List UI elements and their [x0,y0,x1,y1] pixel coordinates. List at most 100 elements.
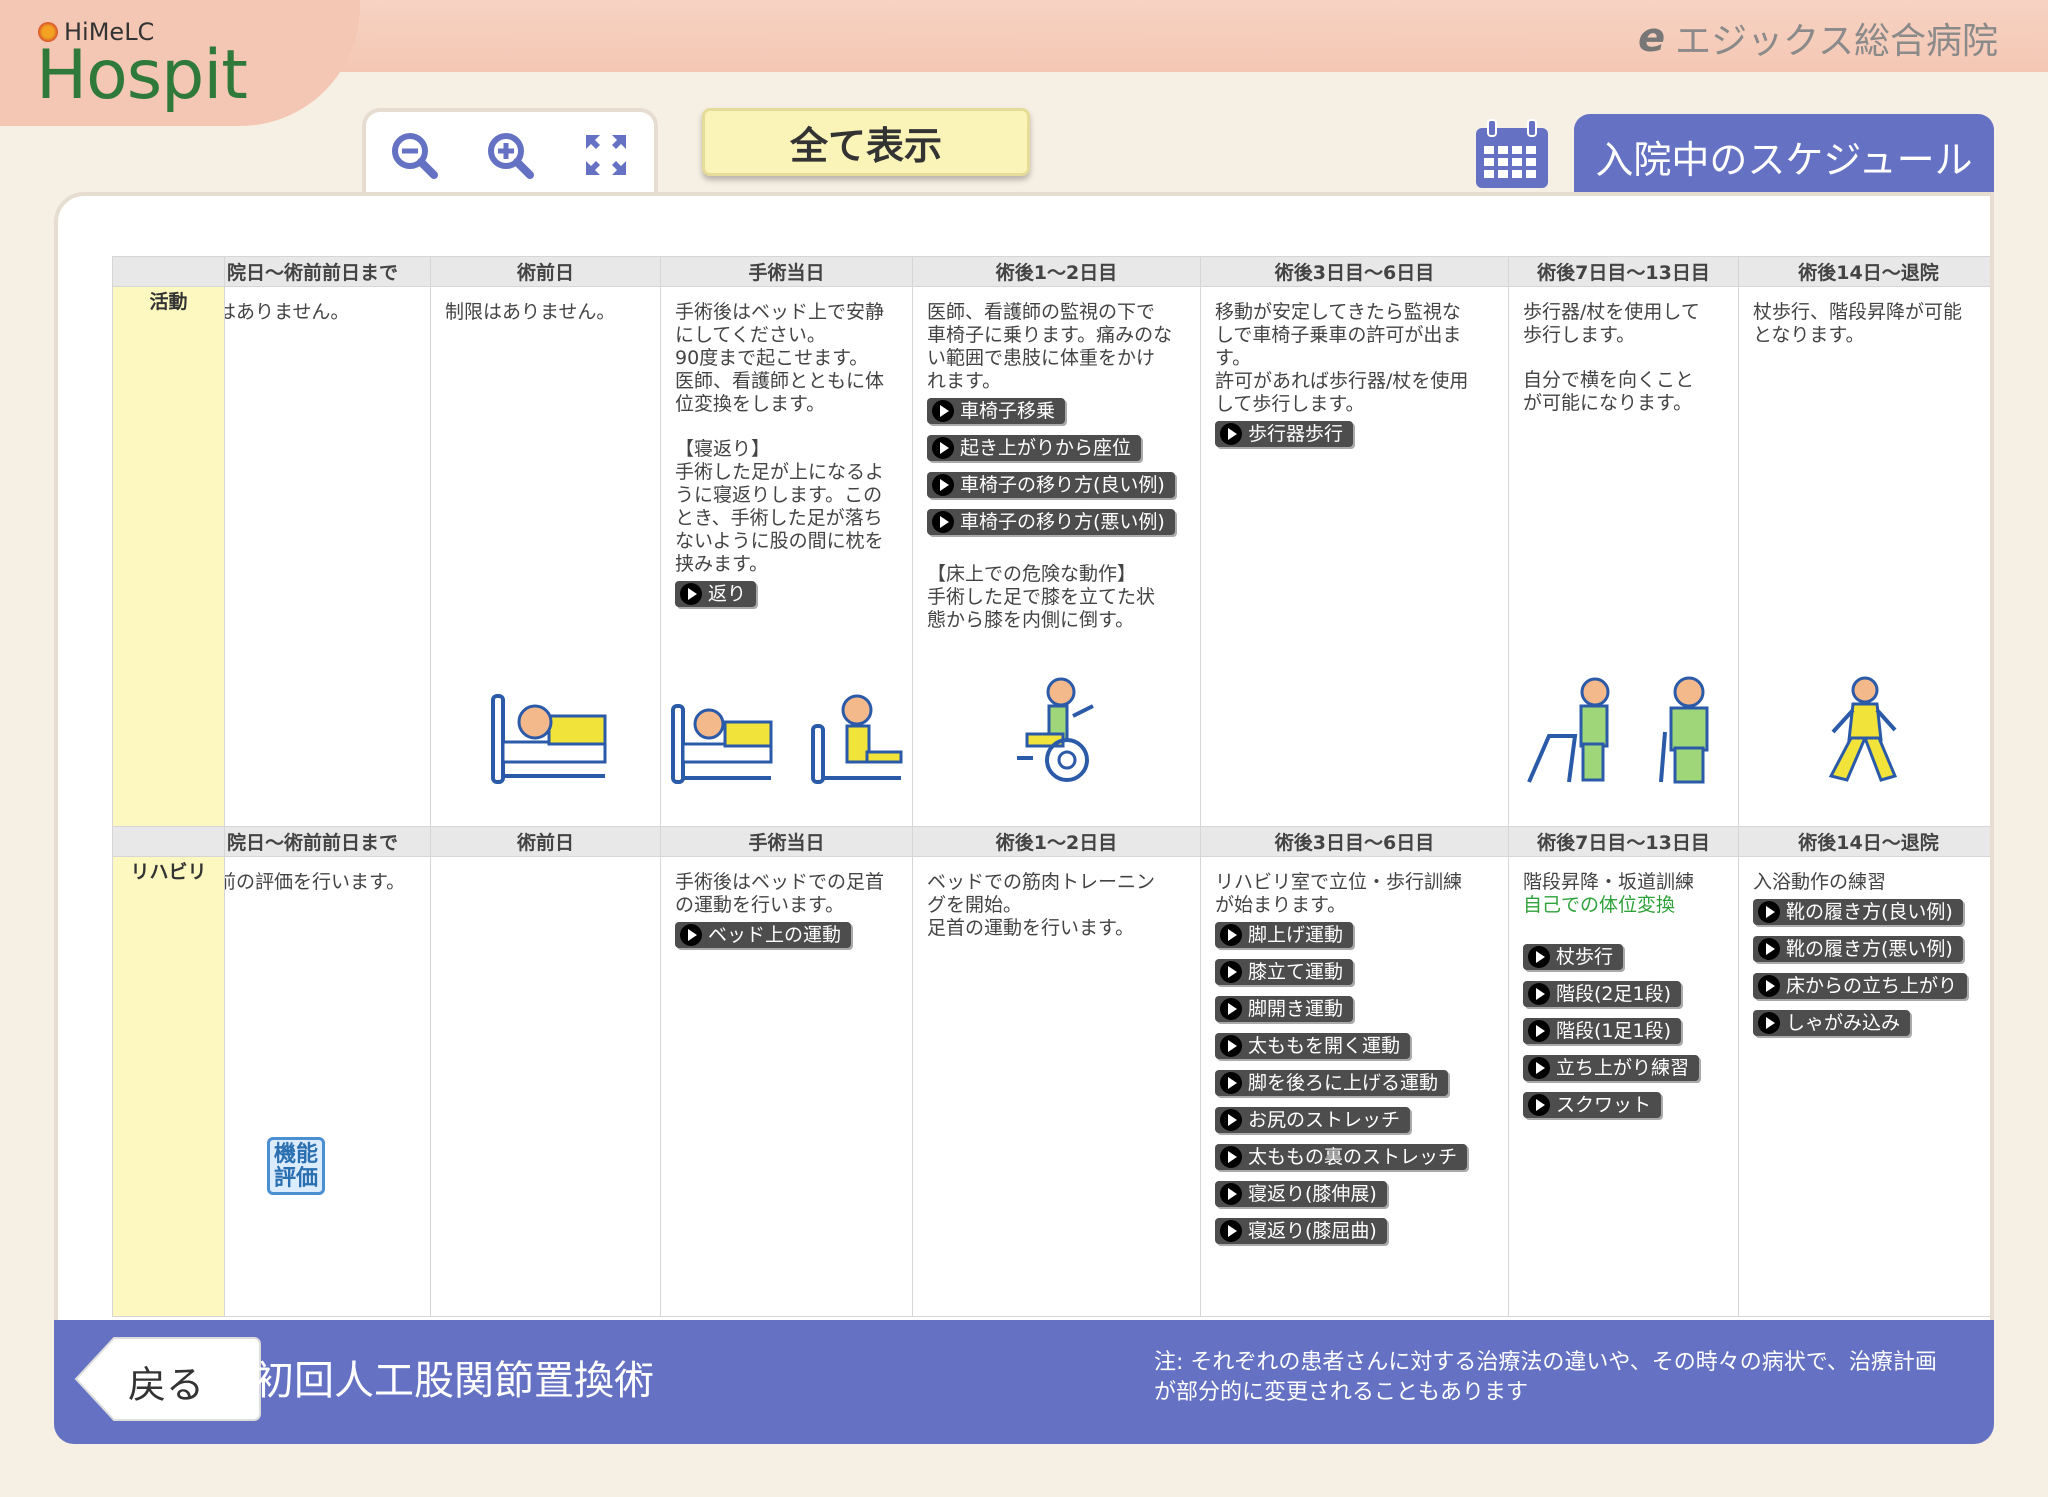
play-icon [1528,1020,1550,1042]
activity-cell: 歩行器/杖を使用して 歩行します。 自分で横を向くこと が可能になります。 [1508,286,1739,827]
play-icon [1528,1057,1550,1079]
video-button[interactable]: 杖歩行 [1523,944,1624,970]
cell-text: 制限はありません。 [445,301,616,323]
video-button-label: 床からの立ち上がり [1786,975,1958,997]
video-button[interactable]: 脚を後ろに上げる運動 [1215,1070,1449,1096]
video-button-label: お尻のストレッチ [1248,1109,1401,1131]
walker-and-cane-illustration [1527,676,1709,784]
column-header: 術後7日目〜13日目 [1508,256,1739,287]
cell-text: 手術後はベッド上で安静 [675,301,885,323]
activity-cell: 制限はありません。 [430,286,661,827]
play-icon [932,400,954,422]
video-button-label: 返り [708,583,747,605]
video-button[interactable]: 脚上げ運動 [1215,922,1354,948]
video-button[interactable]: 車椅子の移り方(悪い例) [927,509,1175,535]
video-button[interactable]: しゃがみ込み [1753,1010,1911,1036]
play-icon [932,474,954,496]
calendar-icon[interactable] [1474,118,1550,190]
video-button[interactable]: 階段(2足1段) [1523,981,1682,1007]
patient-in-bed-illustration [491,694,607,784]
play-icon [1220,998,1242,1020]
video-button[interactable]: 階段(1足1段) [1523,1018,1682,1044]
play-icon [1758,975,1780,997]
video-button[interactable]: 床からの立ち上がり [1753,973,1968,999]
video-button[interactable]: 膝立て運動 [1215,959,1354,985]
play-icon [1220,1146,1242,1168]
video-button-label: 階段(1足1段) [1556,1020,1672,1042]
video-button[interactable]: ベッド上の運動 [675,922,852,948]
column-header: 院日〜術前前日まで [224,256,431,287]
fullscreen-icon[interactable] [582,131,630,179]
rehab-cell: 入浴動作の練習 靴の履き方(良い例) 靴の履き方(悪い例) 床からの立ち上がり … [1738,856,1990,1317]
cell-text: 【寝返り】 [675,438,771,460]
cell-text: す。 [1215,347,1252,369]
cell-text: 90度まで起こせます。 [675,347,869,369]
tab-schedule[interactable]: 入院中のスケジュール [1574,114,1994,198]
video-button-list: 車椅子移乗 起き上がりから座位 車椅子の移り方(良い例) 車椅子の移り方(悪い例… [927,393,1188,541]
logo-area: HiMeLC Hospit [0,0,360,126]
video-button[interactable]: 立ち上がり練習 [1523,1055,1700,1081]
activity-cell: はありません。 [224,286,431,827]
video-button-label: 膝立て運動 [1248,961,1344,983]
video-button[interactable]: 靴の履き方(良い例) [1753,899,1963,925]
cell-text: 足首の運動を行います。 [927,917,1135,939]
cell-text: い範囲で患肢に体重をかけ [927,347,1156,369]
video-button[interactable]: 靴の履き方(悪い例) [1753,936,1963,962]
cell-text: ないように股の間に枕を [675,530,884,552]
video-button[interactable]: 寝返り(膝伸展) [1215,1181,1387,1207]
cell-text: 手術した足で膝を立てた状 [927,586,1156,608]
activity-row: 活動 はありません。 制限はありません。 手術後はベッド上で安静 にしてください… [112,286,1990,827]
back-button[interactable]: 戻る [74,1336,264,1422]
cell-text: れます。 [927,370,1002,392]
back-button-label: 戻る [128,1363,205,1407]
video-button[interactable]: 歩行器歩行 [1215,421,1354,447]
cell-text: はありません。 [224,301,350,323]
play-icon [1220,1109,1242,1131]
cell-text: 車椅子に乗ります。痛みのな [927,324,1173,346]
video-button-label: スクワット [1556,1094,1652,1116]
cell-text: 入浴動作の練習 [1753,871,1887,893]
video-button-list: 靴の履き方(良い例) 靴の履き方(悪い例) 床からの立ち上がり しゃがみ込み [1753,894,1986,1042]
play-icon [1528,1094,1550,1116]
video-button[interactable]: 太ももの裏のストレッチ [1215,1144,1468,1170]
column-header: 術後1〜2日目 [912,256,1201,287]
column-header: 手術当日 [660,256,913,287]
video-button[interactable]: 返り [675,581,757,607]
video-button[interactable]: 太ももを開く運動 [1215,1033,1411,1059]
activity-cell: 移動が安定してきたら監視な しで車椅子乗車の許可が出ま す。 許可があれば歩行器… [1200,286,1509,827]
video-button[interactable]: 寝返り(膝屈曲) [1215,1218,1387,1244]
zoom-out-icon[interactable] [390,131,438,179]
video-button-label: 靴の履き方(悪い例) [1786,938,1953,960]
rehab-cell: 手術後はベッドでの足首 の運動を行います。 ベッド上の運動 [660,856,913,1317]
show-all-button[interactable]: 全て表示 [702,108,1030,176]
cell-text: 挟みます。 [675,553,769,575]
cell-text: とき、手術した足が落ち [675,507,883,529]
cell-text: 許可があれば歩行器/杖を使用 [1215,370,1469,392]
video-button[interactable]: 車椅子移乗 [927,398,1066,424]
video-button[interactable]: 起き上がりから座位 [927,435,1142,461]
cell-text: 歩行します。 [1523,324,1636,346]
video-button-label: 脚を後ろに上げる運動 [1248,1072,1439,1094]
video-button-label: 靴の履き方(良い例) [1786,901,1953,923]
cell-text-highlight: 自己での体位変換 [1523,894,1676,916]
column-header: 術前日 [430,826,661,857]
cell-text: にしてください。 [675,324,826,346]
video-button[interactable]: スクワット [1523,1092,1662,1118]
video-button-list: 脚上げ運動 膝立て運動 脚開き運動 太ももを開く運動 脚を後ろに上げる運動 お尻… [1215,917,1496,1250]
play-icon [1758,1012,1780,1034]
corner-cell [112,256,225,287]
cell-text: が始まります。 [1215,894,1347,916]
video-button-label: 歩行器歩行 [1248,423,1344,445]
video-button[interactable]: お尻のストレッチ [1215,1107,1411,1133]
activity-cell: 医師、看護師の監視の下で 車椅子に乗ります。痛みのな い範囲で患肢に体重をかけ … [912,286,1201,827]
zoom-in-icon[interactable] [486,131,534,179]
video-button[interactable]: 車椅子の移り方(良い例) [927,472,1175,498]
video-button-list: ベッド上の運動 [675,917,900,954]
play-icon [1220,1035,1242,1057]
cell-text: ベッドでの筋肉トレーニン [927,871,1156,893]
schedule-panel: 院日〜術前前日まで 術前日 手術当日 術後1〜2日目 術後3日目〜6日目 術後7… [54,192,1994,1352]
video-button[interactable]: 脚開き運動 [1215,996,1354,1022]
play-icon [1528,983,1550,1005]
play-icon [932,511,954,533]
